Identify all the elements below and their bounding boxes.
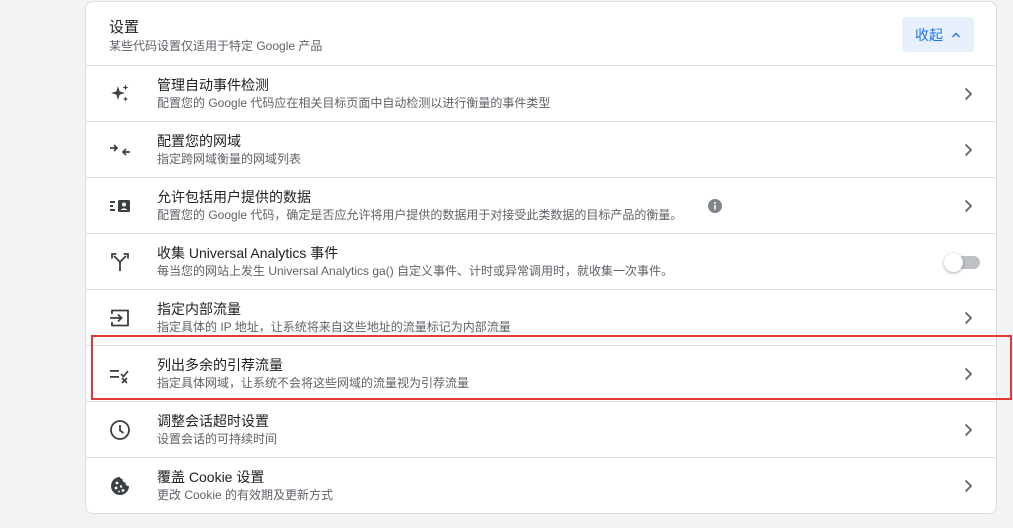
row-description: 设置会话的可持续时间 [157,432,278,446]
fork-icon [108,250,132,274]
row-cookie-settings[interactable]: 覆盖 Cookie 设置 更改 Cookie 的有效期及更新方式 [86,458,996,513]
row-description: 配置您的 Google 代码，确定是否应允许将用户提供的数据用于对接受此类数据的… [157,208,683,222]
list-exclude-icon [108,362,132,386]
row-unwanted-referrals[interactable]: 列出多余的引荐流量 指定具体网域，让系统不会将这些网域的流量视为引荐流量 [86,346,996,402]
info-icon[interactable] [708,199,722,213]
row-description: 指定跨网域衡量的网域列表 [157,152,302,166]
chevron-right-icon [964,199,973,213]
row-ua-events: 收集 Universal Analytics 事件 每当您的网站上发生 Univ… [86,234,996,290]
settings-card: 设置 某些代码设置仅适用于特定 Google 产品 收起 管理自动事件检测 配置… [85,1,997,514]
chevron-right-icon [964,143,973,157]
row-title: 管理自动事件检测 [157,77,269,93]
row-user-provided-data[interactable]: 允许包括用户提供的数据 配置您的 Google 代码，确定是否应允许将用户提供的… [86,178,996,234]
row-description: 配置您的 Google 代码应在相关目标页面中自动检测以进行衡量的事件类型 [157,96,551,110]
row-auto-event-detection[interactable]: 管理自动事件检测 配置您的 Google 代码应在相关目标页面中自动检测以进行衡… [86,66,996,122]
row-title: 配置您的网域 [157,133,241,149]
login-icon [108,306,132,330]
page-title: 设置 [109,19,140,36]
merge-arrows-icon [108,138,132,162]
row-session-timeout[interactable]: 调整会话超时设置 设置会话的可持续时间 [86,402,996,458]
row-description: 指定具体网域，让系统不会将这些网域的流量视为引荐流量 [157,376,470,390]
collapse-button[interactable]: 收起 [902,17,974,52]
row-title: 收集 Universal Analytics 事件 [157,245,339,261]
chevron-up-icon [952,32,960,37]
chevron-right-icon [964,367,973,381]
sparkle-icon [108,82,132,106]
collapse-label: 收起 [915,26,943,43]
row-description: 更改 Cookie 的有效期及更新方式 [157,488,334,502]
row-configure-domains[interactable]: 配置您的网域 指定跨网域衡量的网域列表 [86,122,996,178]
user-data-icon [108,194,132,218]
row-description: 指定具体的 IP 地址，让系统将来自这些地址的流量标记为内部流量 [157,320,511,334]
row-internal-traffic[interactable]: 指定内部流量 指定具体的 IP 地址，让系统将来自这些地址的流量标记为内部流量 [86,290,996,346]
row-description: 每当您的网站上发生 Universal Analytics ga() 自定义事件… [157,264,674,278]
chevron-right-icon [964,479,973,493]
card-header: 设置 某些代码设置仅适用于特定 Google 产品 收起 [86,2,996,66]
ua-events-toggle[interactable] [944,253,980,272]
page-subtitle: 某些代码设置仅适用于特定 Google 产品 [109,39,323,53]
clock-icon [108,418,132,442]
row-title: 列出多余的引荐流量 [157,357,283,373]
chevron-right-icon [964,87,973,101]
chevron-right-icon [964,423,973,437]
row-title: 调整会话超时设置 [157,413,269,429]
cookie-icon [108,474,132,498]
row-title: 指定内部流量 [157,301,241,317]
toggle-knob [944,253,963,272]
chevron-right-icon [964,311,973,325]
row-title: 允许包括用户提供的数据 [157,189,311,205]
row-title: 覆盖 Cookie 设置 [157,469,265,485]
